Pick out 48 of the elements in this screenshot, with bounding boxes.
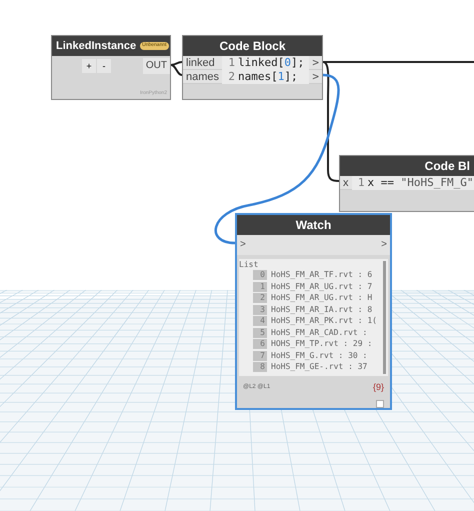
- input-port[interactable]: >: [237, 237, 249, 252]
- index-tag: 0: [253, 270, 267, 280]
- node-title: Code Bl: [424, 158, 470, 175]
- list-item: HoHS_FM_AR_CAD.rvt :: [271, 326, 368, 339]
- input-port[interactable]: linked: [183, 56, 222, 70]
- node-header[interactable]: Watch: [237, 215, 390, 235]
- line-number: 2: [227, 68, 236, 85]
- list-label: List: [239, 258, 260, 270]
- index-tag: 4: [253, 316, 267, 326]
- code-line: linked[0];: [238, 54, 304, 71]
- output-port[interactable]: >: [309, 56, 322, 70]
- port-button[interactable]: +: [82, 59, 96, 73]
- index-tag: 3: [253, 304, 267, 315]
- line-number: 1: [227, 54, 236, 71]
- node-title: Code Block: [219, 38, 286, 55]
- index-tag: 2: [253, 293, 267, 304]
- index-tag: 7: [253, 350, 267, 361]
- list-item: HoHS_FM_G.rvt : 30 :: [271, 350, 368, 362]
- output-port[interactable]: >: [378, 237, 390, 252]
- code-block-node[interactable]: Code Bl x 1 x == "HoHS_FM_G": [339, 155, 474, 212]
- code-line: names[1];: [238, 68, 298, 85]
- node-header[interactable]: Code Bl: [340, 156, 474, 176]
- output-port[interactable]: >: [309, 70, 322, 84]
- input-port[interactable]: x: [340, 176, 352, 190]
- index-tag: 8: [253, 362, 267, 372]
- node-title: Watch: [296, 216, 332, 234]
- index-tag: 5: [253, 328, 267, 338]
- list-item: HoHS_FM_AR_TF.rvt : 6: [271, 269, 372, 282]
- checkbox[interactable]: [376, 400, 384, 408]
- line-number: 1: [356, 174, 366, 191]
- item-count: {9}: [372, 380, 384, 394]
- index-tag: 1: [253, 282, 267, 292]
- watch-node[interactable]: [235, 213, 392, 410]
- scrollbar[interactable]: [383, 260, 386, 374]
- port-button[interactable]: -: [97, 59, 111, 73]
- output-port[interactable]: OUT: [142, 58, 170, 74]
- node-title: LinkedInstance: [56, 38, 136, 54]
- list-item: HoHS_FM_GE-.rvt : 37: [271, 361, 368, 374]
- list-item: HoHS_FM_AR_UG.rvt : H: [271, 292, 372, 304]
- input-port[interactable]: names: [183, 70, 222, 84]
- list-item: HoHS_FM_AR_IA.rvt : 8: [271, 304, 372, 316]
- node-header[interactable]: Code Block: [183, 36, 322, 56]
- list-item: HoHS_FM_AR_UG.rvt : 7: [271, 280, 372, 293]
- list-item: HOHS_FM_TP.rvt : 29 :: [271, 338, 372, 350]
- list-item: HoHS_FM_AR_PK.rvt : 1(: [271, 315, 377, 328]
- code-line: x == "HoHS_FM_G": [368, 174, 474, 191]
- index-tag: 6: [253, 339, 267, 350]
- code-block-node[interactable]: Code Block linked names 1 linked[0]; 2 names[1]; > >: [182, 35, 323, 100]
